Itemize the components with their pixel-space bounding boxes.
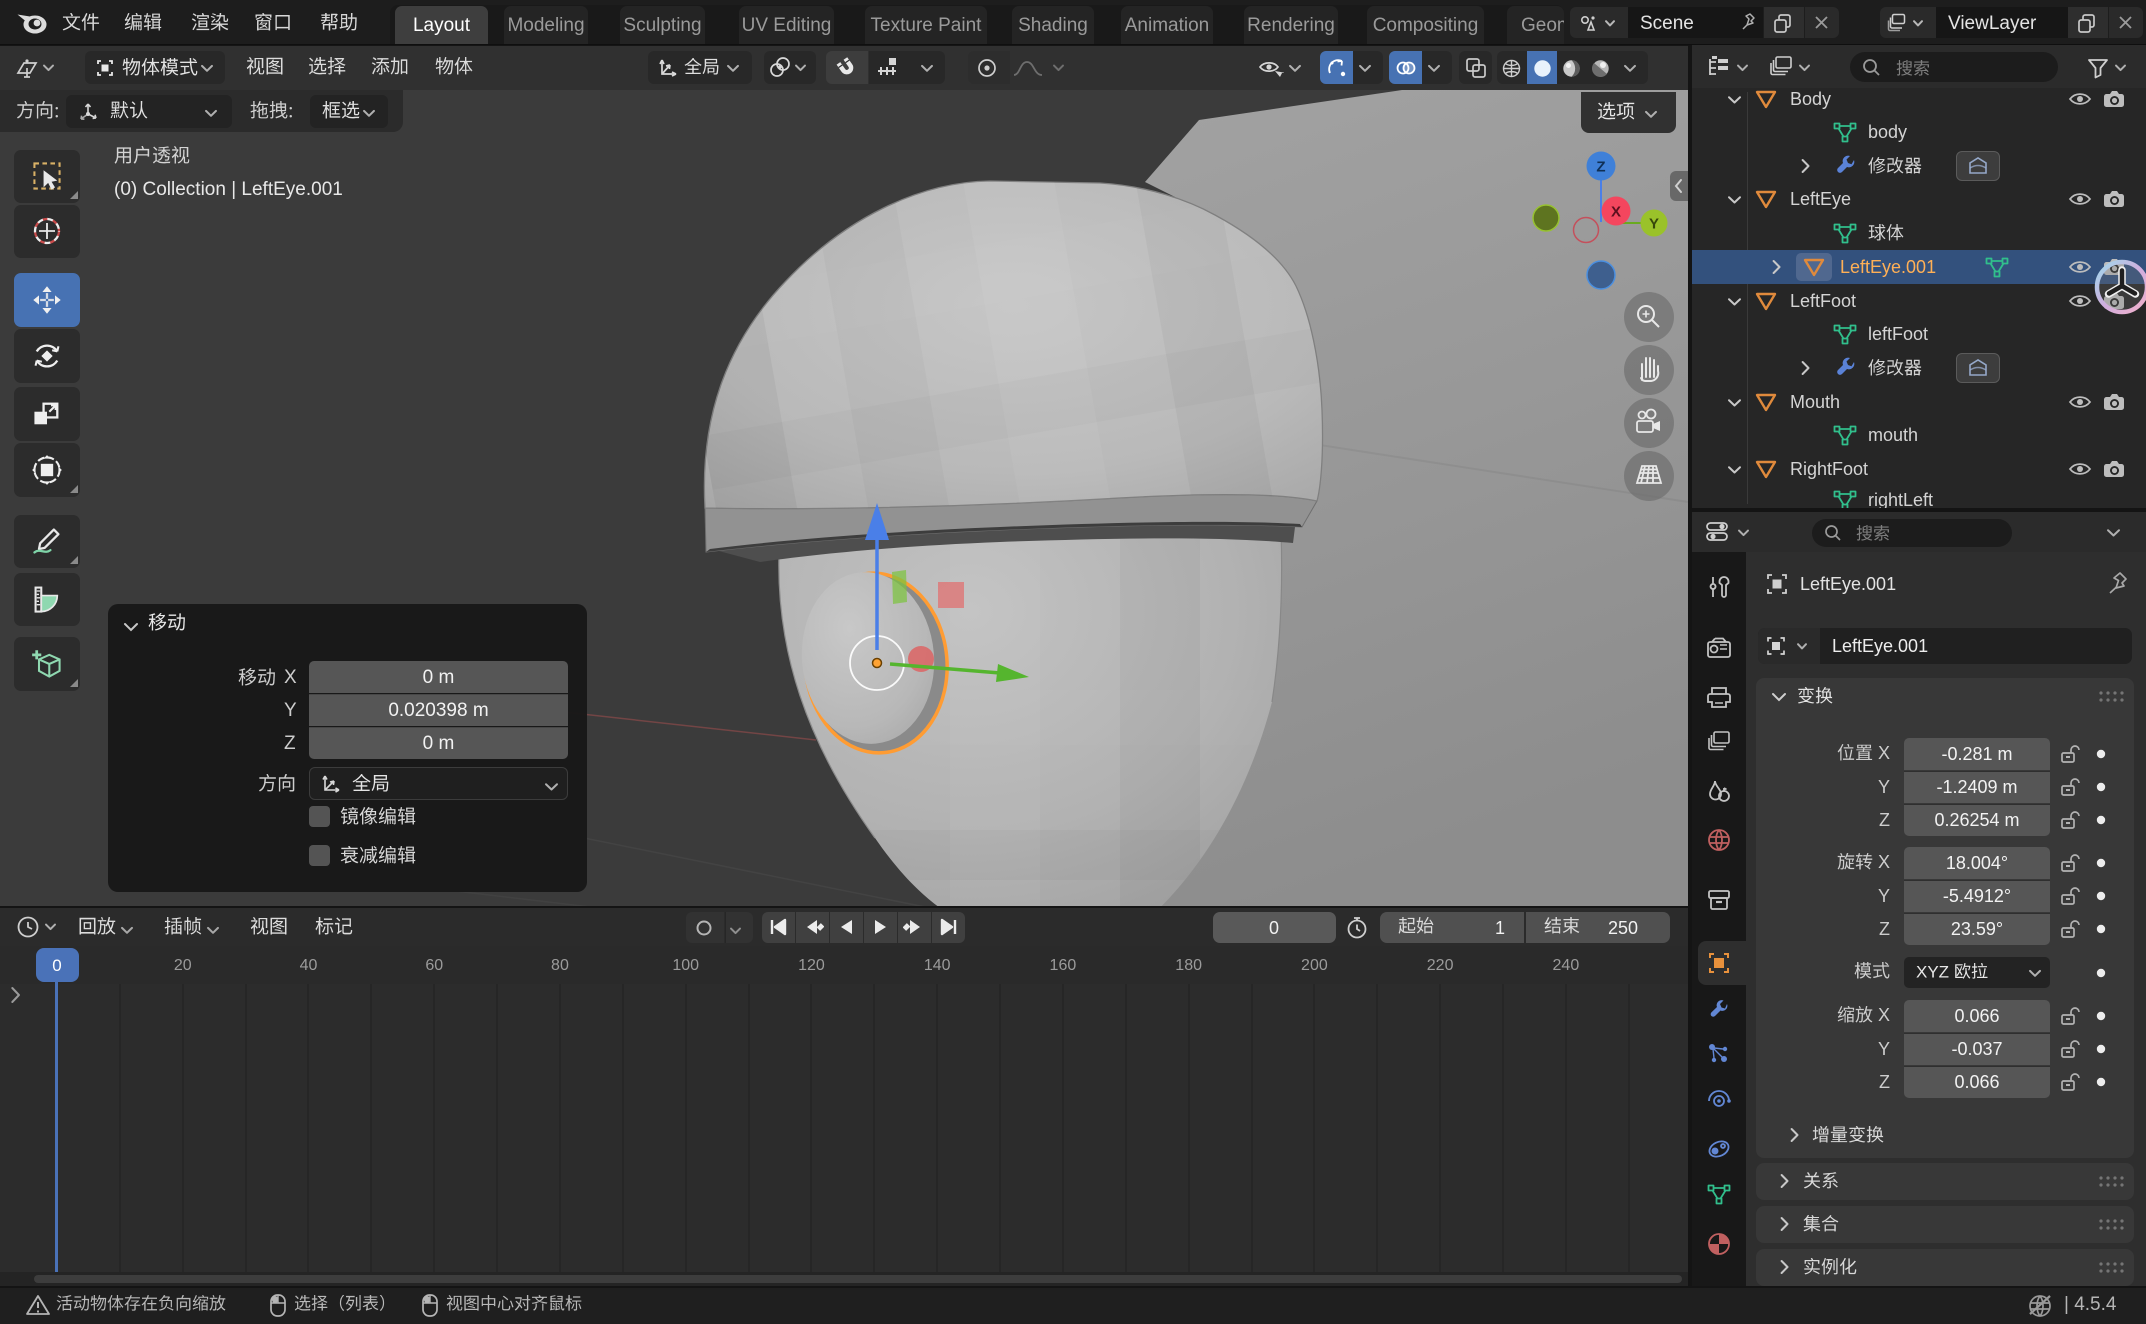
svg-text:Z: Z [1596, 159, 1605, 176]
svg-text:Y: Y [1649, 216, 1659, 233]
svg-text:X: X [1611, 204, 1621, 221]
